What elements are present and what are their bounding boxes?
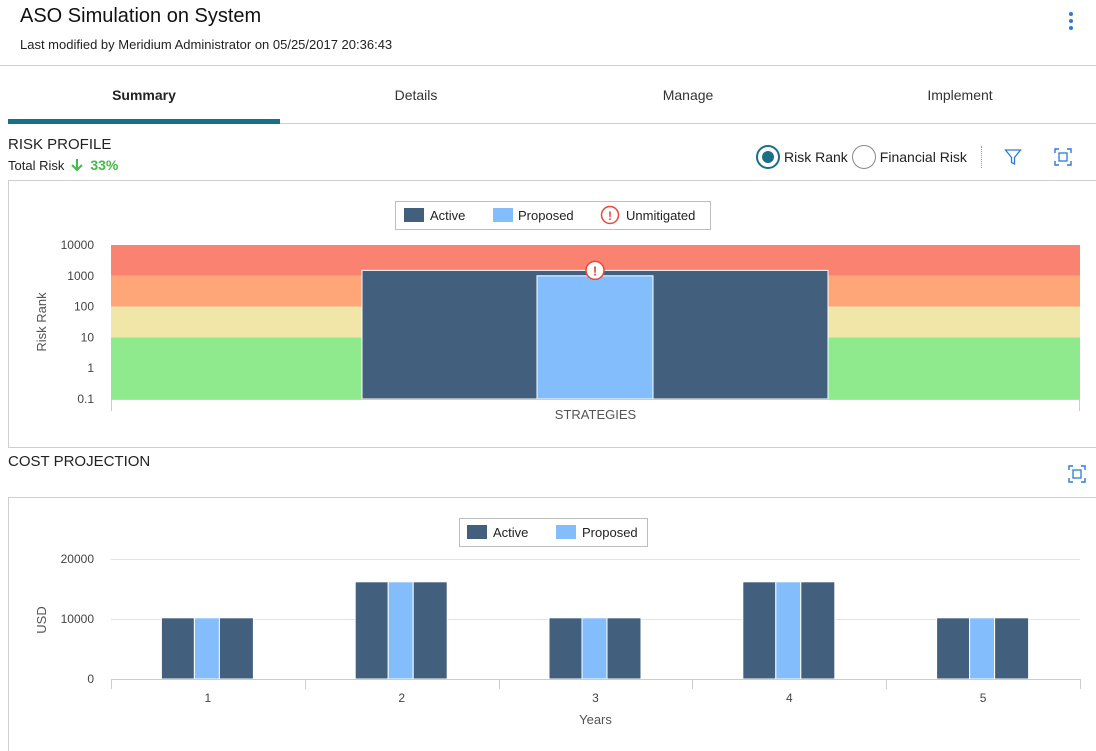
risk-controls: Risk Rank Financial Risk — [756, 143, 1074, 171]
x-category-label: STRATEGIES — [555, 407, 637, 422]
risk-profile-chart: 0.1 1 10 100 1000 10000 Risk Rank! STRATEGIES Ac… — [34, 201, 1080, 422]
tab-manage[interactable]: Manage — [552, 66, 824, 123]
total-risk-label: Total Risk — [8, 157, 65, 173]
bar-active — [160, 617, 195, 680]
x-tick-label: 3 — [592, 691, 599, 705]
radio-financial-risk[interactable]: Financial Risk — [851, 145, 967, 169]
page-title: ASO Simulation on System — [20, 5, 262, 27]
y-axis-label: Risk Rank — [34, 292, 49, 352]
legend-label-active: Active — [430, 208, 465, 223]
tab-details[interactable]: Details — [280, 66, 552, 123]
bar-proposed — [387, 581, 414, 680]
legend-label-active: Active — [493, 525, 528, 540]
page-header: ASO Simulation on System Last modified b… — [0, 0, 1096, 66]
total-risk-value: 33% — [90, 157, 119, 173]
legend-swatch-active — [404, 208, 424, 222]
bar-proposed — [775, 581, 802, 680]
legend-label-proposed: Proposed — [518, 208, 574, 223]
x-axis-label: Years — [579, 712, 612, 727]
radio-checked-icon[interactable] — [756, 145, 780, 169]
radio-unchecked-icon[interactable] — [851, 145, 876, 169]
bar-proposed — [581, 617, 608, 680]
bar-active — [354, 581, 389, 680]
expand-icon[interactable] — [1052, 146, 1074, 168]
radio-risk-rank[interactable]: Risk Rank — [756, 145, 848, 169]
cost-projection-title: COST PROJECTION — [8, 453, 151, 470]
bar-active — [548, 617, 583, 680]
y-tick-label: 1000 — [67, 269, 94, 283]
unmitigated-legend-glyph: ! — [608, 209, 612, 223]
y-tick-label: 100 — [74, 300, 94, 314]
bar-active — [742, 581, 777, 680]
y-tick-label: 1 — [87, 361, 94, 375]
cost-projection-chart: 0 10000 20000 USD 1 2 3 4 5 Years Active Proposed — [34, 518, 1081, 727]
bar-active — [218, 617, 254, 680]
y-axis-label: USD — [34, 606, 49, 633]
y-tick-label: 10000 — [61, 612, 95, 626]
x-tick-label: 1 — [205, 691, 212, 705]
legend-swatch-proposed — [556, 525, 576, 539]
bar-proposed — [193, 617, 220, 680]
x-tick-label: 2 — [398, 691, 405, 705]
x-tick-label: 5 — [980, 691, 987, 705]
unmitigated-marker-glyph: ! — [593, 263, 597, 278]
legend-swatch-active — [467, 525, 487, 539]
bar-proposed — [969, 617, 996, 680]
legend-swatch-proposed — [493, 208, 513, 222]
risk-profile-title: RISK PROFILE — [8, 136, 112, 153]
total-risk: Total Risk 33% — [8, 157, 118, 173]
legend-label-unmitigated: Unmitigated — [626, 208, 695, 223]
tab-implement[interactable]: Implement — [824, 66, 1096, 123]
tab-summary[interactable]: Summary — [8, 66, 280, 124]
bar-active — [412, 581, 448, 680]
y-tick-label: 10000 — [61, 238, 95, 252]
radio-risk-rank-label: Risk Rank — [784, 149, 848, 165]
y-tick-label: 0.1 — [77, 392, 94, 406]
legend-label-proposed: Proposed — [582, 525, 638, 540]
bar-active — [936, 617, 971, 680]
y-tick-label: 0 — [87, 672, 94, 686]
y-tick-label: 20000 — [61, 552, 95, 566]
arrow-down-icon — [71, 159, 84, 172]
filter-icon[interactable] — [1002, 146, 1024, 168]
x-tick-label: 4 — [786, 691, 793, 705]
expand-icon[interactable] — [1066, 463, 1088, 485]
bar-proposed — [536, 275, 654, 400]
last-modified-text: Last modified by Meridium Administrator … — [20, 37, 393, 52]
kebab-menu-icon[interactable] — [1066, 12, 1076, 34]
tab-bar: Summary Details Manage Implement — [8, 66, 1096, 124]
toolbar-divider — [980, 146, 982, 168]
radio-financial-risk-label: Financial Risk — [879, 149, 967, 165]
y-tick-label: 10 — [81, 330, 95, 344]
bar-active — [800, 581, 836, 680]
bar-active — [606, 617, 642, 680]
bar-active — [994, 617, 1030, 680]
